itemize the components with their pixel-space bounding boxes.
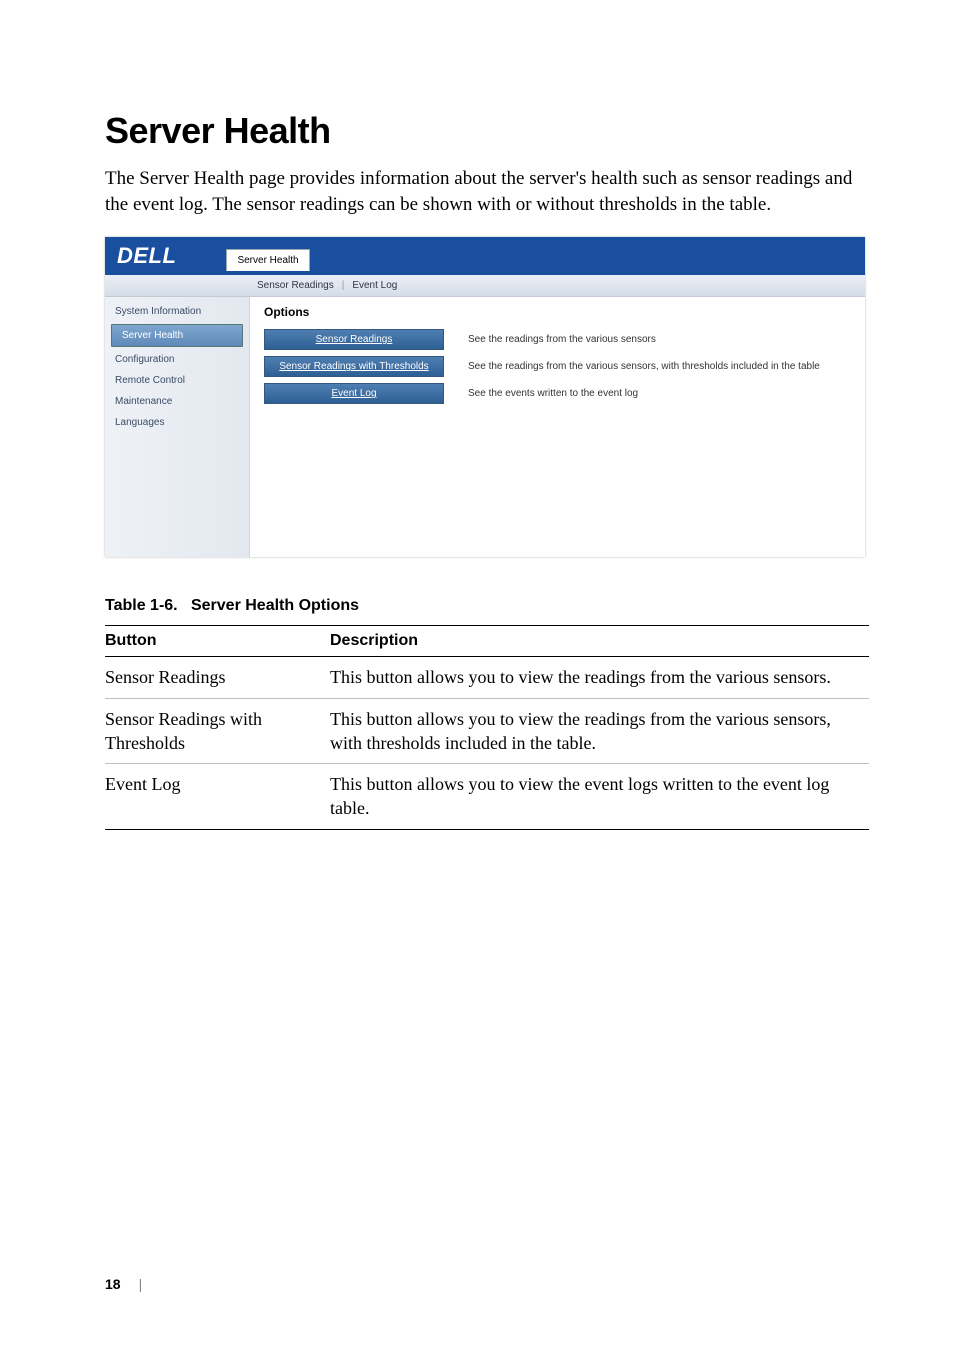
table-caption-number: Table 1-6. <box>105 597 178 614</box>
page-number-value: 18 <box>105 1276 121 1292</box>
sidebar-item-maintenance[interactable]: Maintenance <box>105 391 249 412</box>
table-caption-title: Server Health Options <box>191 597 359 614</box>
table-row: Event Log This button allows you to view… <box>105 764 869 830</box>
screenshot-sidebar: System Information Server Health Configu… <box>105 297 250 557</box>
sidebar-item-remote-control[interactable]: Remote Control <box>105 370 249 391</box>
sidebar-item-server-health[interactable]: Server Health <box>111 324 243 347</box>
table-caption: Table 1-6. Server Health Options <box>105 597 869 615</box>
button-event-log[interactable]: Event Log <box>264 383 444 404</box>
cell-button: Sensor Readings <box>105 657 330 698</box>
sidebar-item-configuration[interactable]: Configuration <box>105 349 249 370</box>
table-row: Sensor Readings with Thresholds This but… <box>105 698 869 764</box>
th-button: Button <box>105 626 330 657</box>
option-row: Event Log See the events written to the … <box>264 383 851 404</box>
subnav-sensor-readings[interactable]: Sensor Readings <box>257 280 334 291</box>
desc-event-log: See the events written to the event log <box>468 388 638 399</box>
subnav-event-log[interactable]: Event Log <box>352 280 397 291</box>
cell-description: This button allows you to view the event… <box>330 764 869 830</box>
sidebar-item-system-information[interactable]: System Information <box>105 301 249 322</box>
button-sensor-readings-thresholds[interactable]: Sensor Readings with Thresholds <box>264 356 444 377</box>
desc-sensor-readings: See the readings from the various sensor… <box>468 334 656 345</box>
screenshot-subnav: Sensor Readings | Event Log <box>105 275 865 297</box>
page-number: 18 | <box>105 1276 142 1292</box>
screenshot-header: DELL Server Health <box>105 237 865 275</box>
header-tab-server-health[interactable]: Server Health <box>226 249 309 271</box>
cell-description: This button allows you to view the readi… <box>330 657 869 698</box>
button-sensor-readings[interactable]: Sensor Readings <box>264 329 444 350</box>
option-row: Sensor Readings with Thresholds See the … <box>264 356 851 377</box>
cell-button: Sensor Readings with Thresholds <box>105 698 330 764</box>
screenshot-body: System Information Server Health Configu… <box>105 297 865 557</box>
desc-sensor-readings-thresholds: See the readings from the various sensor… <box>468 361 820 372</box>
subnav-separator: | <box>342 280 345 291</box>
cell-button: Event Log <box>105 764 330 830</box>
th-description: Description <box>330 626 869 657</box>
page-number-bar: | <box>139 1276 143 1292</box>
page-title: Server Health <box>105 110 869 152</box>
intro-paragraph: The Server Health page provides informat… <box>105 166 869 217</box>
screenshot-panel: DELL Server Health Sensor Readings | Eve… <box>105 237 865 557</box>
server-health-options-table: Button Description Sensor Readings This … <box>105 625 869 829</box>
table-row: Sensor Readings This button allows you t… <box>105 657 869 698</box>
dell-logo: DELL <box>117 243 176 269</box>
sidebar-item-languages[interactable]: Languages <box>105 412 249 433</box>
screenshot-content: Options Sensor Readings See the readings… <box>250 297 865 557</box>
cell-description: This button allows you to view the readi… <box>330 698 869 764</box>
option-row: Sensor Readings See the readings from th… <box>264 329 851 350</box>
content-title-options: Options <box>264 305 851 319</box>
